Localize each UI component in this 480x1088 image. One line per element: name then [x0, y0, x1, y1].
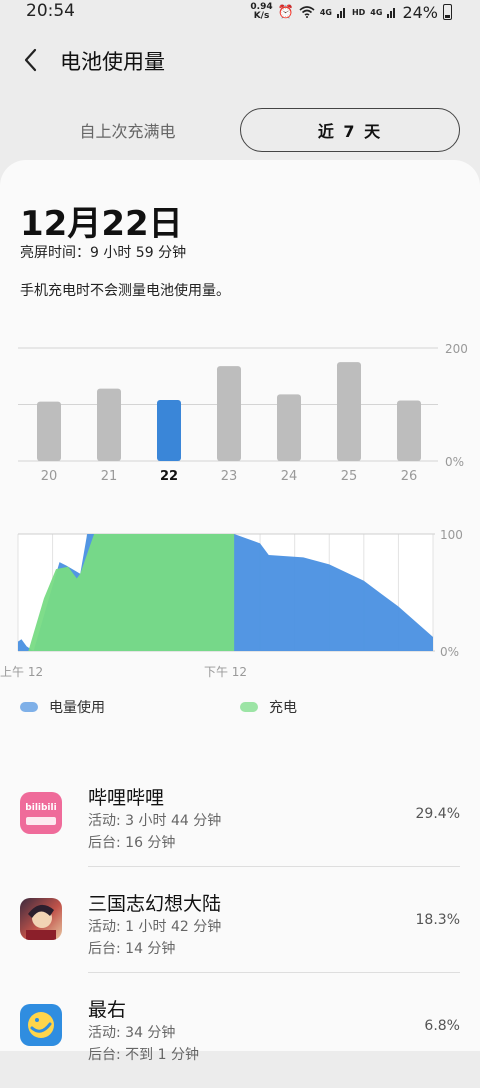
tab-since-full-charge[interactable]: 自上次充满电 — [20, 108, 235, 152]
app-usage-percent: 29.4% — [415, 806, 460, 822]
wifi-icon — [299, 6, 315, 18]
divider — [88, 866, 460, 867]
network-type-2: 4G — [370, 7, 383, 17]
app-active-time: 活动: 3 小时 44 分钟 — [88, 813, 222, 829]
app-row-bilibili[interactable]: bilibili 哔哩哔哩 活动: 3 小时 44 分钟 后台: 16 分钟 2… — [0, 770, 480, 876]
app-usage-percent: 6.8% — [424, 1018, 460, 1034]
status-icons: 0.94 K/s ⏰ 4G HD 4G 24% — [250, 0, 452, 24]
legend-charging-label: 充电 — [269, 700, 297, 716]
screen-on-time: 亮屏时间：9 小时 59 分钟 — [20, 245, 187, 261]
status-bar: 20:54 0.94 K/s ⏰ 4G HD 4G 24% — [0, 0, 480, 24]
bilibili-icon-text: bilibili — [25, 803, 56, 813]
status-time: 20:54 — [26, 1, 75, 21]
legend-usage-swatch — [20, 702, 38, 712]
net-speed-unit: K/s — [253, 11, 270, 21]
battery-y-tick-min: 0% — [440, 645, 459, 659]
bar-y-tick-max: 200 — [445, 342, 468, 356]
bar-x-tick-22: 22 — [160, 469, 178, 484]
battery-level-chart: 100 0% 上午 12 下午 12 — [0, 528, 463, 679]
app-background-time: 后台: 16 分钟 — [88, 835, 176, 851]
signal-icon — [336, 8, 345, 18]
legend-usage-label: 电量使用 — [49, 700, 105, 716]
charging-note: 手机充电时不会测量电池使用量。 — [20, 283, 230, 299]
app-row-sanguo[interactable]: 三国志幻想大陆 活动: 1 小时 42 分钟 后台: 14 分钟 18.3% — [0, 876, 480, 982]
signal-icon-2 — [387, 8, 396, 18]
bar-x-tick-25: 25 — [341, 469, 358, 484]
legend-usage: 电量使用 — [20, 697, 105, 717]
bar-day-23 — [217, 366, 241, 461]
alarm-icon: ⏰ — [277, 4, 294, 20]
network-type-1: 4G — [319, 7, 332, 17]
page-title: 电池使用量 — [60, 50, 165, 74]
chart-legend: 电量使用 充电 — [20, 697, 460, 717]
divider — [88, 972, 460, 973]
bar-day-26 — [397, 400, 421, 461]
app-header: 电池使用量 — [0, 38, 480, 82]
net-speed: 0.94 K/s — [250, 3, 272, 21]
battery-percent: 24% — [402, 2, 438, 22]
app-background-time: 后台: 不到 1 分钟 — [88, 1047, 199, 1063]
app-active-time: 活动: 34 分钟 — [88, 1025, 176, 1041]
daily-usage-bar-chart: 200 0% 20 21 22 23 24 25 26 — [18, 342, 468, 484]
bar-day-20 — [37, 401, 61, 461]
bar-x-tick-23: 23 — [221, 469, 238, 484]
app-active-time: 活动: 1 小时 42 分钟 — [88, 919, 222, 935]
app-row-zuiyou[interactable]: 最右 活动: 34 分钟 后台: 不到 1 分钟 6.8% — [0, 982, 480, 1088]
sanguo-game-icon — [20, 898, 62, 940]
battery-y-tick-max: 100 — [440, 528, 463, 542]
bar-x-tick-26: 26 — [401, 469, 418, 484]
bar-y-tick-min: 0% — [445, 455, 464, 469]
bar-x-tick-24: 24 — [281, 469, 298, 484]
app-name: 最右 — [88, 999, 127, 1021]
tab-last-7-days[interactable]: 近 7 天 — [240, 108, 460, 152]
bar-x-tick-21: 21 — [101, 469, 118, 484]
legend-charging-swatch — [240, 702, 258, 712]
app-usage-percent: 18.3% — [415, 912, 460, 928]
zuiyou-icon — [20, 1004, 62, 1046]
battery-x-tick-am: 上午 12 — [0, 665, 43, 679]
hd-badge: HD — [351, 7, 366, 17]
selected-date: 12月22日 — [20, 204, 183, 244]
bar-day-22 — [157, 399, 181, 461]
app-background-time: 后台: 14 分钟 — [88, 941, 176, 957]
battery-x-tick-pm: 下午 12 — [204, 665, 247, 679]
bar-x-tick-20: 20 — [41, 469, 58, 484]
chevron-left-icon — [24, 48, 37, 72]
bar-day-25 — [337, 362, 361, 461]
app-name: 三国志幻想大陆 — [88, 893, 222, 915]
battery-icon — [443, 4, 452, 20]
legend-charging: 充电 — [240, 697, 297, 717]
range-tabs: 自上次充满电 近 7 天 — [20, 108, 460, 152]
back-button[interactable] — [14, 44, 46, 76]
bilibili-icon: bilibili — [20, 792, 62, 834]
app-name: 哔哩哔哩 — [88, 787, 165, 809]
bar-day-21 — [97, 388, 121, 461]
bar-day-24 — [277, 394, 301, 461]
